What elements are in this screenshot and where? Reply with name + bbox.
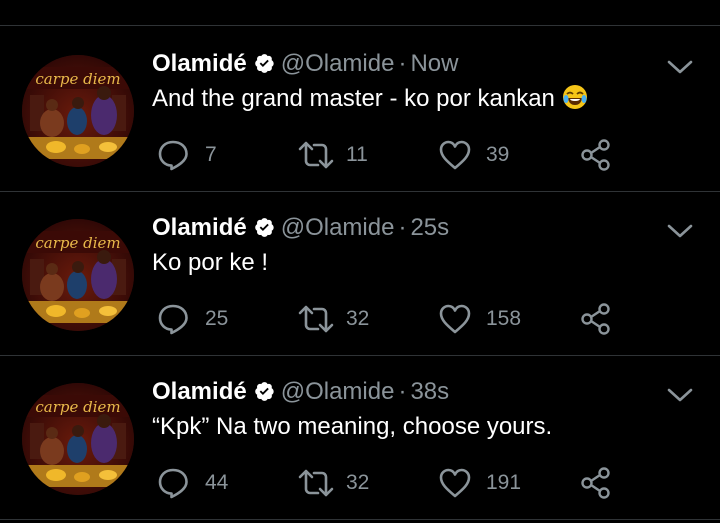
comment-bubble-icon	[157, 138, 191, 172]
svg-text:carpe diem: carpe diem	[35, 398, 120, 416]
tweet-header: Olamidé @Olamide · 25s	[152, 213, 449, 246]
share-nodes-icon	[580, 302, 612, 336]
tweet-actions: 25 32 158	[0, 299, 720, 339]
author-handle[interactable]: @Olamide	[281, 214, 395, 241]
retweet-button[interactable]: 11	[296, 135, 368, 175]
reply-button[interactable]: 7	[157, 135, 217, 175]
verified-badge-icon	[253, 380, 275, 410]
tweet-time[interactable]: 38s	[410, 378, 449, 405]
share-button[interactable]	[580, 463, 612, 503]
svg-text:carpe diem: carpe diem	[35, 234, 120, 252]
retweet-arrows-icon	[296, 304, 336, 334]
like-button[interactable]: 39	[438, 135, 509, 175]
heart-outline-icon	[438, 467, 472, 499]
retweet-arrows-icon	[296, 468, 336, 498]
reply-button[interactable]: 25	[157, 299, 228, 339]
retweet-count: 11	[346, 143, 368, 166]
top-divider	[0, 25, 720, 26]
tears-of-joy-emoji-icon	[561, 83, 589, 120]
chevron-down-icon[interactable]	[666, 57, 694, 77]
tweet-text: “Kpk” Na two meaning, choose yours.	[152, 411, 552, 443]
chevron-down-icon[interactable]	[666, 221, 694, 241]
like-count: 39	[486, 143, 510, 166]
tweet[interactable]: carpe diem Olamidé @Olamide · 25s Ko por k…	[0, 191, 720, 356]
chevron-down-icon[interactable]	[666, 385, 694, 405]
reply-count: 7	[205, 143, 217, 166]
tweet[interactable]: carpe diem Olamidé @Olamide · Now And the …	[0, 27, 720, 192]
heart-outline-icon	[438, 303, 472, 335]
reply-count: 44	[205, 471, 229, 494]
separator-dot: ·	[398, 378, 407, 405]
share-nodes-icon	[580, 138, 612, 172]
tweet-header: Olamidé @Olamide · 38s	[152, 377, 449, 410]
tweet-text-content: Ko por ke !	[152, 249, 269, 276]
author-name[interactable]: Olamidé	[152, 214, 247, 241]
retweet-button[interactable]: 32	[296, 299, 369, 339]
author-name[interactable]: Olamidé	[152, 378, 247, 405]
separator-dot: ·	[398, 50, 407, 77]
tweet-text-content: And the grand master - ko por kankan	[152, 85, 555, 112]
tweet-time[interactable]: Now	[410, 50, 458, 77]
author-name[interactable]: Olamidé	[152, 50, 247, 77]
tweet-actions: 7 11 39	[0, 135, 720, 175]
tweet-text: And the grand master - ko por kankan	[152, 83, 589, 120]
retweet-count: 32	[346, 307, 370, 330]
verified-badge-icon	[253, 216, 275, 246]
separator-dot: ·	[398, 214, 407, 241]
like-count: 191	[486, 471, 522, 494]
retweet-count: 32	[346, 471, 370, 494]
verified-badge-icon	[253, 52, 275, 82]
tweet-actions: 44 32 191	[0, 463, 720, 503]
share-nodes-icon	[580, 466, 612, 500]
tweet[interactable]: carpe diem Olamidé @Olamide · 38s “Kpk” Na…	[0, 355, 720, 520]
tweet-text-content: “Kpk” Na two meaning, choose yours.	[152, 413, 553, 440]
like-button[interactable]: 191	[438, 463, 521, 503]
heart-outline-icon	[438, 139, 472, 171]
share-button[interactable]	[580, 135, 612, 175]
comment-bubble-icon	[157, 466, 191, 500]
reply-count: 25	[205, 307, 229, 330]
tweet-header: Olamidé @Olamide · Now	[152, 49, 458, 82]
share-button[interactable]	[580, 299, 612, 339]
author-handle[interactable]: @Olamide	[281, 50, 395, 77]
reply-button[interactable]: 44	[157, 463, 228, 503]
like-count: 158	[486, 307, 522, 330]
tweet-time[interactable]: 25s	[410, 214, 449, 241]
like-button[interactable]: 158	[438, 299, 521, 339]
tweet-text: Ko por ke !	[152, 247, 268, 279]
author-handle[interactable]: @Olamide	[281, 378, 395, 405]
comment-bubble-icon	[157, 302, 191, 336]
svg-text:carpe diem: carpe diem	[35, 70, 120, 88]
tweet-divider	[0, 519, 720, 520]
retweet-arrows-icon	[296, 140, 336, 170]
retweet-button[interactable]: 32	[296, 463, 369, 503]
